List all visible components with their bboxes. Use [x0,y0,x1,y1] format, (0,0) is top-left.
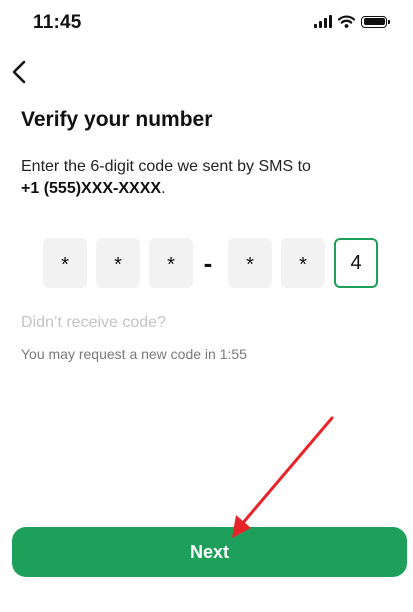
code-input-group: * * * - * * 4 [43,238,383,288]
chevron-left-icon [12,60,26,84]
code-digit-3[interactable]: * [149,238,193,288]
code-digit-4[interactable]: * [228,238,272,288]
code-digit-2[interactable]: * [96,238,140,288]
annotation-arrow [232,416,334,538]
wifi-icon [338,15,355,28]
instruction-message: Enter the 6-digit code we sent by SMS to [21,158,311,175]
signal-icon [314,15,332,28]
phone-number: +1 (555)XXX-XXXX [21,180,162,197]
instruction-suffix: . [161,180,166,197]
resend-code-link[interactable]: Didn’t receive code? [21,314,166,332]
resend-timer-text: You may request a new code in 1:55 [21,346,247,362]
status-time: 11:45 [33,12,82,33]
instruction-text: Enter the 6-digit code we sent by SMS to… [21,156,391,200]
status-bar: 11:45 [0,0,413,46]
code-digit-1[interactable]: * [43,238,87,288]
page-title: Verify your number [21,108,213,131]
code-separator: - [203,247,213,278]
code-digit-6[interactable]: 4 [334,238,378,288]
battery-icon [361,15,390,28]
next-button[interactable]: Next [12,527,407,577]
code-digit-5[interactable]: * [281,238,325,288]
back-button[interactable] [4,56,34,88]
status-icons [314,15,390,28]
